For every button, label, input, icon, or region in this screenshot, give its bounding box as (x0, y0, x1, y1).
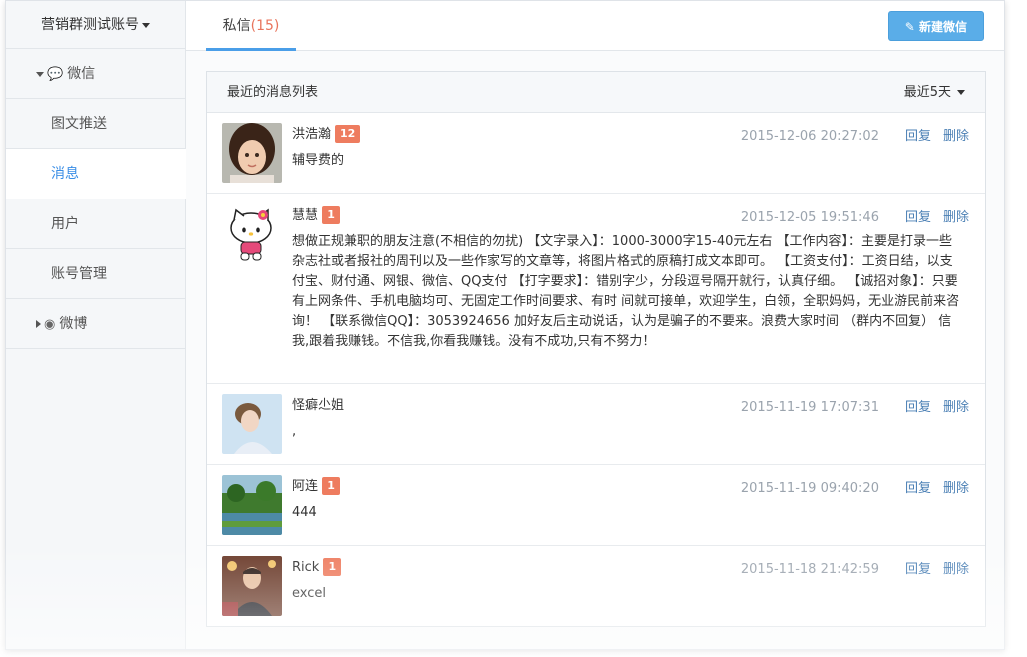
message-item: 怪癖尐姐 2015-11-19 17:07:31 回复 删除 , (207, 384, 985, 465)
sidebar: 营销群测试账号 💬 微信 图文推送 消息 用户 账号管理 ◉ 微博 (6, 1, 186, 649)
delete-link[interactable]: 删除 (943, 210, 969, 225)
sidebar-item-news-push[interactable]: 图文推送 (6, 99, 185, 149)
tab-private-messages[interactable]: 私信(15) (206, 1, 296, 51)
delete-link[interactable]: 删除 (943, 129, 969, 144)
reply-link[interactable]: 回复 (905, 129, 931, 144)
new-wechat-label: 新建微信 (918, 20, 967, 34)
avatar-hello-kitty-image (222, 204, 282, 264)
avatar[interactable] (222, 394, 282, 454)
sidebar-item-label: 用户 (51, 216, 79, 232)
message-item: 洪浩瀚 12 2015-12-06 20:27:02 回复 删除 辅导费的 (207, 113, 985, 194)
sidebar-item-users[interactable]: 用户 (6, 199, 185, 249)
message-text: 444 (292, 505, 317, 520)
sender-name[interactable]: 怪癖尐姐 (292, 398, 344, 413)
unread-badge: 1 (322, 477, 341, 495)
app-frame: 营销群测试账号 💬 微信 图文推送 消息 用户 账号管理 ◉ 微博 私信(15) ✎… (5, 0, 1005, 650)
chevron-down-icon (36, 71, 44, 77)
new-wechat-button[interactable]: ✎ 新建微信 (887, 11, 984, 41)
message-text: , (292, 424, 297, 439)
message-text: 想做正规兼职的朋友注意(不相信的勿扰) 【文字录入】：1000-3000字15-… (292, 234, 960, 349)
edit-icon: ✎ (904, 20, 915, 34)
sidebar-item-label: 图文推送 (51, 116, 107, 132)
message-item: 慧慧 1 2015-12-05 19:51:46 回复 删除 想做正规兼职的朋友注意(… (207, 194, 985, 384)
message-meta: 2015-11-19 17:07:31 回复 删除 (741, 396, 969, 420)
delete-link[interactable]: 删除 (943, 481, 969, 496)
delete-link[interactable]: 删除 (943, 400, 969, 415)
sender-name[interactable]: 阿连 (292, 479, 318, 494)
message-time: 2015-12-06 20:27:02 (740, 129, 879, 144)
sidebar-item-messages[interactable]: 消息 (6, 149, 186, 199)
account-switcher[interactable]: 营销群测试账号 (6, 1, 185, 49)
sidebar-item-account-management[interactable]: 账号管理 (6, 249, 185, 299)
message-list-panel: 最近的消息列表 最近5天 洪浩瀚 12 2015-12-06 20:27:02 … (206, 71, 986, 627)
reply-link[interactable]: 回复 (905, 400, 931, 415)
message-meta: 2015-11-19 09:40:20 回复 删除 (741, 477, 969, 501)
message-time: 2015-12-05 19:51:46 (740, 210, 879, 225)
avatar[interactable] (222, 556, 282, 616)
message-text: excel (292, 586, 326, 601)
message-meta: 2015-12-05 19:51:46 回复 删除 (741, 206, 969, 230)
reply-link[interactable]: 回复 (905, 562, 931, 577)
sidebar-group-label: 微博 (59, 316, 88, 332)
message-item: Rick 1 2015-11-18 21:42:59 回复 删除 excel (207, 546, 985, 627)
message-time: 2015-11-18 21:42:59 (740, 562, 879, 577)
message-meta: 2015-12-06 20:27:02 回复 删除 (741, 125, 969, 149)
panel-header: 最近的消息列表 最近5天 (207, 72, 985, 113)
message-text: 辅导费的 (292, 153, 345, 168)
sidebar-group-wechat[interactable]: 💬 微信 (6, 49, 185, 99)
sidebar-group-label: 微信 (67, 66, 96, 82)
message-item: 阿连 1 2015-11-19 09:40:20 回复 删除 444 (207, 465, 985, 546)
unread-badge: 1 (322, 206, 341, 224)
avatar[interactable] (222, 204, 282, 264)
reply-link[interactable]: 回复 (905, 481, 931, 496)
avatar[interactable] (222, 475, 282, 535)
sender-name[interactable]: Rick (292, 560, 319, 575)
chevron-right-icon (36, 320, 41, 328)
date-filter-label: 最近5天 (903, 85, 951, 100)
avatar-garden-image (222, 475, 282, 535)
message-time: 2015-11-19 09:40:20 (740, 481, 879, 496)
header: 私信(15) ✎ 新建微信 (186, 1, 1004, 51)
sidebar-group-weibo[interactable]: ◉ 微博 (6, 299, 185, 349)
account-name: 营销群测试账号 (41, 17, 139, 33)
chevron-down-icon (142, 22, 150, 28)
date-filter-dropdown[interactable]: 最近5天 (904, 72, 965, 113)
sender-name[interactable]: 慧慧 (292, 208, 318, 223)
weibo-icon: ◉ (44, 317, 56, 332)
avatar-person-image (222, 394, 282, 454)
unread-badge: 1 (323, 558, 342, 576)
panel-title: 最近的消息列表 (227, 85, 319, 100)
tab-label: 私信 (222, 18, 251, 34)
avatar[interactable] (222, 123, 282, 183)
delete-link[interactable]: 删除 (943, 562, 969, 577)
avatar-girl-image (222, 123, 282, 183)
message-time: 2015-11-19 17:07:31 (740, 400, 879, 415)
reply-link[interactable]: 回复 (905, 210, 931, 225)
wechat-icon: 💬 (47, 67, 64, 82)
unread-badge: 12 (335, 125, 361, 143)
sidebar-item-label: 消息 (51, 166, 79, 182)
message-meta: 2015-11-18 21:42:59 回复 删除 (741, 558, 969, 582)
chevron-down-icon (957, 90, 965, 95)
avatar-man-image (222, 556, 282, 616)
sender-name[interactable]: 洪浩瀚 (292, 127, 331, 142)
sidebar-item-label: 账号管理 (51, 266, 107, 282)
tab-count: (15) (250, 18, 280, 34)
